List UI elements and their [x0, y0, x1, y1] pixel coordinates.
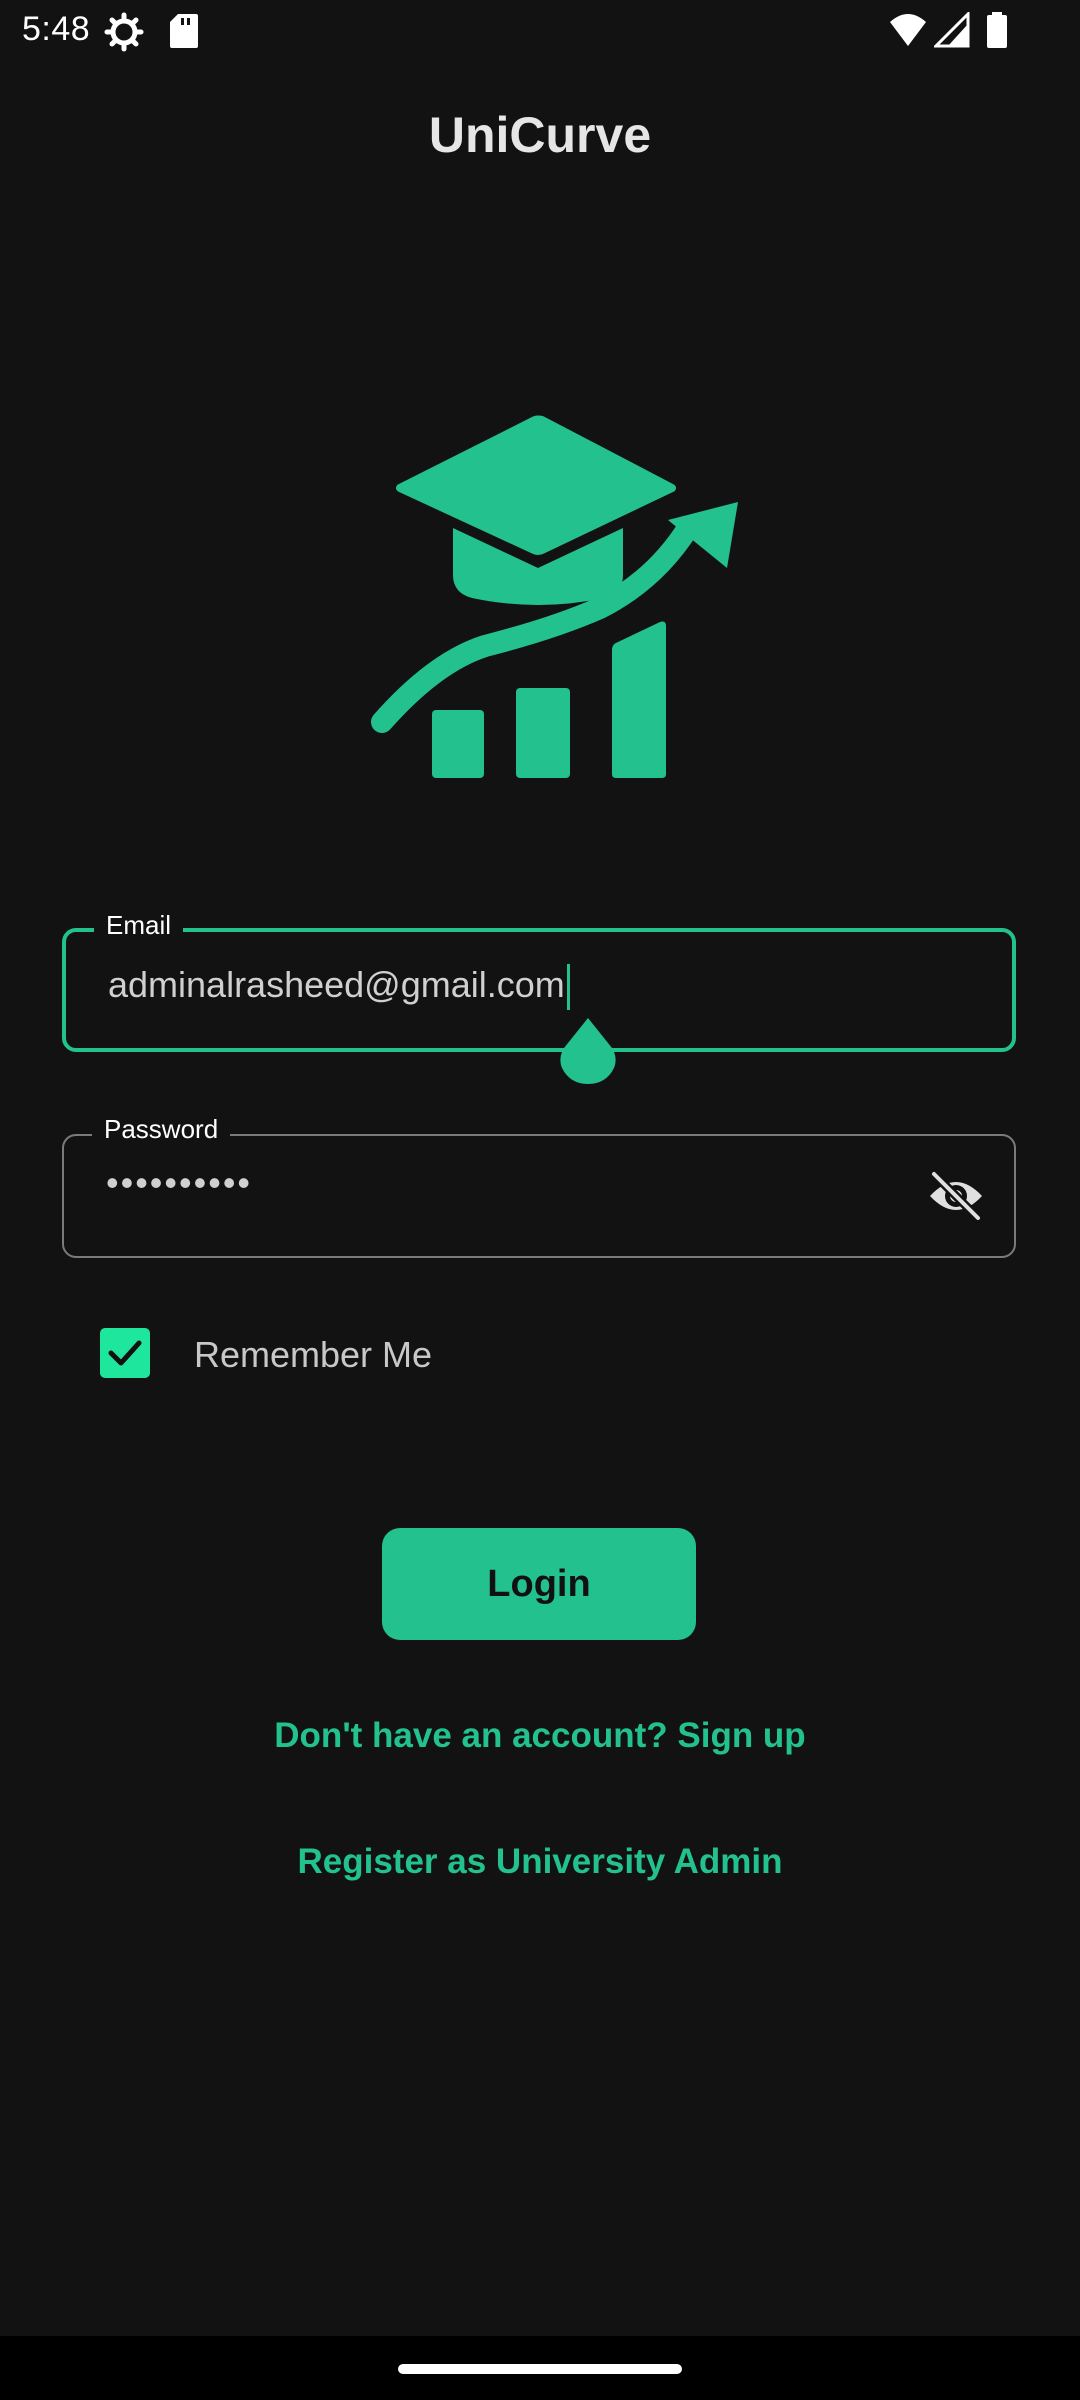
wifi-icon [888, 12, 928, 55]
email-label: Email [94, 910, 184, 941]
signup-link[interactable]: Don't have an account? Sign up [0, 1716, 1080, 1756]
sd-card-icon [168, 12, 200, 55]
eye-off-icon[interactable] [926, 1169, 986, 1227]
signal-icon [932, 10, 970, 55]
navigation-bar [0, 2336, 1080, 2400]
status-bar: 5:48 [0, 0, 1080, 62]
email-field[interactable]: Email adminalrasheed@gmail.com [62, 910, 1016, 1052]
status-time: 5:48 [22, 10, 91, 48]
register-admin-link[interactable]: Register as University Admin [0, 1842, 1080, 1882]
battery-icon [986, 12, 1008, 55]
app-title: UniCurve [428, 107, 652, 163]
remember-me-label: Remember Me [194, 1334, 433, 1375]
login-button[interactable]: Login [382, 1528, 696, 1640]
password-field[interactable]: Password •••••••••• [62, 1114, 1016, 1258]
check-icon [108, 1340, 142, 1366]
text-cursor [566, 964, 570, 1011]
graduation-cap-growth-chart-logo [371, 415, 738, 778]
home-indicator[interactable] [398, 2364, 682, 2374]
password-input[interactable]: •••••••••• [106, 1162, 252, 1204]
cursor-handle[interactable] [558, 1018, 618, 1088]
password-label: Password [92, 1114, 231, 1145]
email-value: adminalrasheed@gmail.com [108, 964, 565, 1005]
email-input[interactable]: adminalrasheed@gmail.com [108, 964, 570, 1011]
unicurve-logo [370, 410, 740, 785]
gear-icon [104, 12, 144, 57]
remember-me-checkbox[interactable] [100, 1328, 150, 1378]
